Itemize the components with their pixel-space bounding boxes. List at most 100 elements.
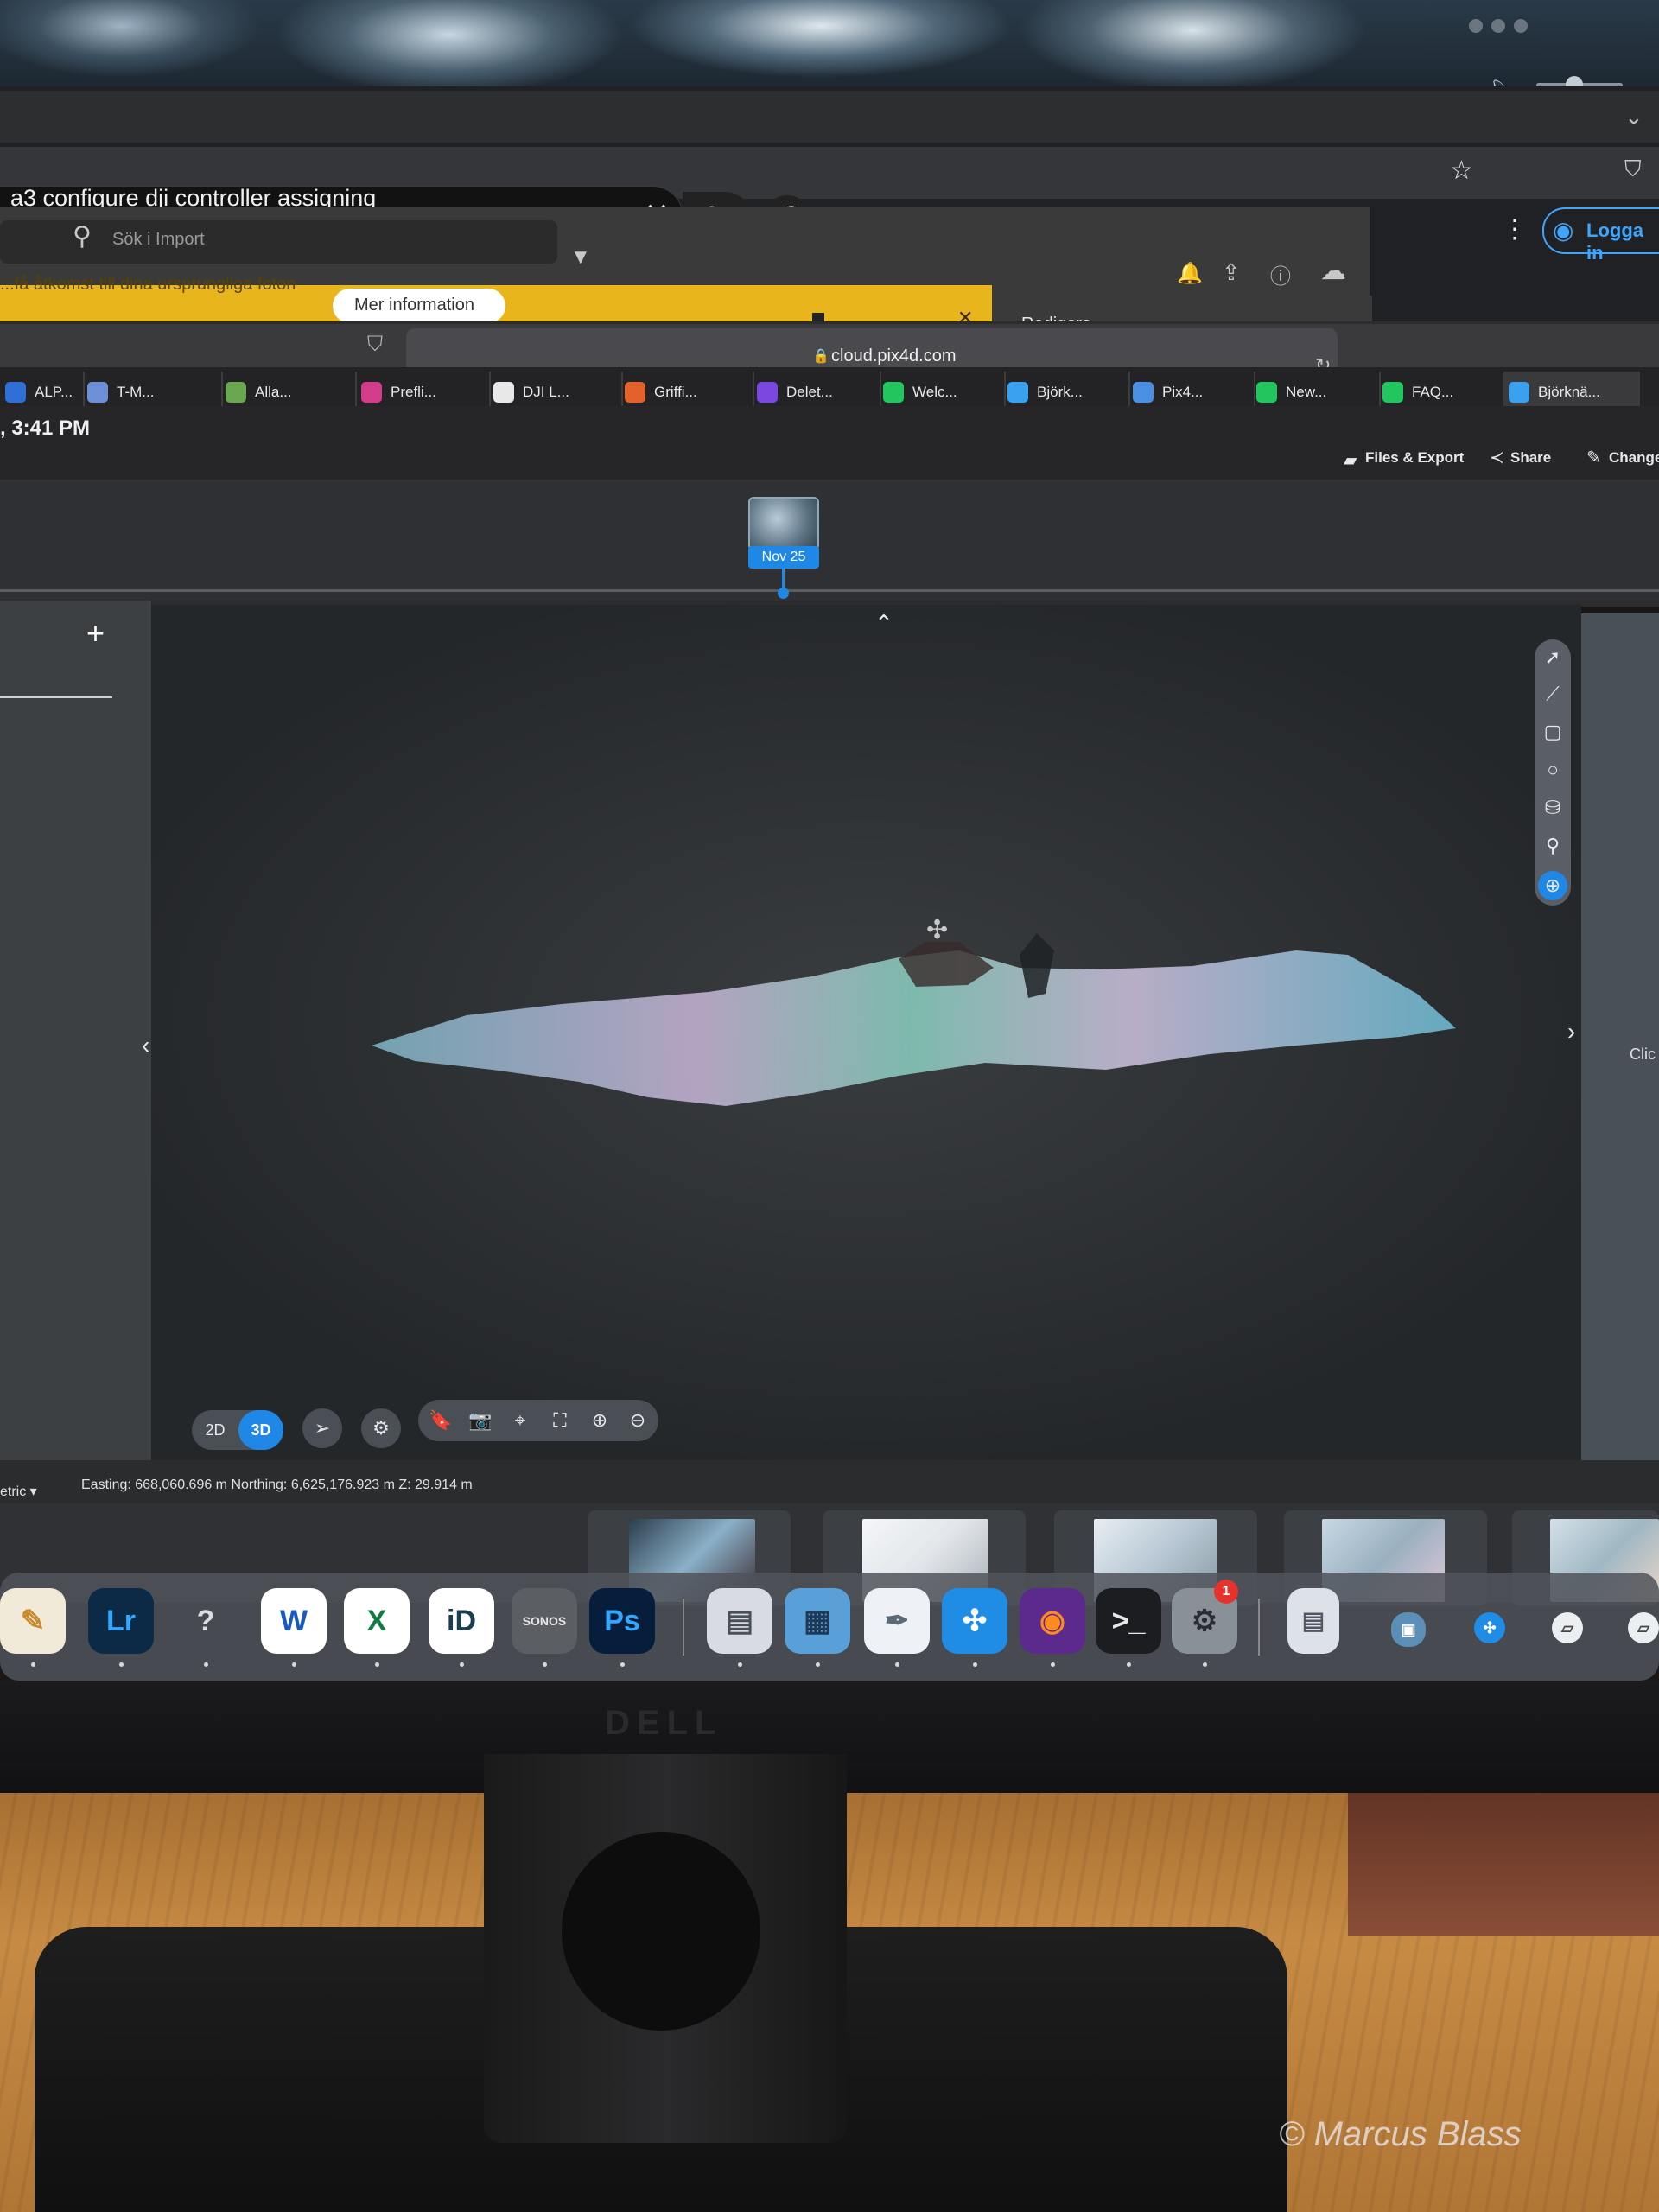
share-icon[interactable]: ⇪ — [1222, 259, 1241, 286]
more-info-label[interactable]: Mer information — [354, 296, 474, 315]
running-indicator — [204, 1662, 208, 1667]
login-label[interactable]: Logga in — [1586, 219, 1659, 264]
tab-label: Welc... — [912, 384, 957, 400]
dock-app-firefox[interactable]: ◉ — [1020, 1588, 1085, 1654]
search-icon: ⚲ — [73, 222, 92, 251]
line-icon[interactable]: ⟋ — [1538, 679, 1567, 709]
zoom-out-icon[interactable]: ⊖ — [620, 1405, 655, 1436]
photographer-watermark: © Marcus Blass — [1279, 2115, 1522, 2153]
running-indicator — [973, 1662, 977, 1667]
view-3d-button[interactable]: 3D — [238, 1410, 283, 1450]
help-icon[interactable]: ⓘ — [1270, 259, 1291, 289]
volume-icon[interactable]: ⛁ — [1538, 793, 1567, 823]
dock-app-photoshop[interactable]: Ps — [589, 1588, 655, 1654]
change-button[interactable]: Change — [1609, 449, 1659, 467]
chevron-left-icon[interactable]: ‹ — [142, 1032, 149, 1059]
notes-stack-icon[interactable]: ▱ — [1628, 1612, 1659, 1643]
dock-app-excel[interactable]: X — [344, 1588, 410, 1654]
close-dot[interactable] — [1469, 19, 1483, 33]
pin-icon[interactable]: ⚲ — [1538, 831, 1567, 861]
tab-label: Björknä... — [1538, 384, 1600, 400]
coordinates-readout: Easting: 668,060.696 m Northing: 6,625,1… — [81, 1478, 473, 1492]
timeline-marker[interactable] — [778, 588, 789, 599]
bookmark-icon[interactable]: 🔖 — [423, 1405, 458, 1436]
layers-panel — [0, 601, 151, 1473]
lightroom-search-placeholder[interactable]: Sök i Import — [112, 230, 205, 250]
window-controls — [1469, 19, 1528, 33]
fit-icon[interactable]: ⛶ — [543, 1405, 577, 1436]
target-icon[interactable]: ⌖ — [503, 1405, 537, 1436]
chevron-right-icon[interactable]: › — [1567, 1018, 1575, 1046]
chevron-up-icon[interactable]: ⌃ — [874, 610, 893, 637]
dock-app-sonos-s1[interactable]: SONOS — [512, 1588, 577, 1654]
navigate-icon[interactable]: ➢ — [302, 1408, 342, 1448]
inspector-hint: Clic — [1630, 1046, 1656, 1063]
zoom-dot[interactable] — [1514, 19, 1528, 33]
polygon-icon[interactable]: ▢ — [1538, 717, 1567, 747]
minimize-dot[interactable] — [1491, 19, 1505, 33]
zoom-in-icon[interactable]: ⊕ — [582, 1405, 617, 1436]
tab-label: Björk... — [1037, 384, 1083, 400]
shield-icon[interactable]: ⛉ — [1624, 156, 1642, 183]
url-text[interactable]: cloud.pix4d.com — [831, 346, 957, 366]
cable-management-hole — [562, 1832, 760, 2031]
timeline-date-label[interactable]: Nov 25 — [748, 546, 819, 569]
locate-icon[interactable]: ⊕ — [1538, 871, 1567, 900]
dock-app-preview[interactable]: ▤ — [707, 1588, 772, 1654]
tab-label: FAQ... — [1412, 384, 1454, 400]
more-options-icon[interactable]: ⋮ — [1502, 214, 1528, 245]
favicon-icon — [1133, 382, 1154, 403]
gear-icon[interactable]: ⚙ — [361, 1408, 401, 1448]
document-icon[interactable]: ▤ — [1287, 1588, 1339, 1654]
point-cloud[interactable]: ✣ — [363, 916, 1469, 1115]
favicon-icon — [493, 382, 514, 403]
dock-app-textedit[interactable]: ✒ — [864, 1588, 930, 1654]
pencil-icon: ✎ — [1586, 448, 1601, 467]
pix4d-header — [0, 406, 1659, 484]
filter-icon[interactable]: ▼ — [570, 245, 591, 270]
dock-separator — [683, 1599, 684, 1656]
view-2d-button[interactable]: 2D — [192, 1410, 238, 1450]
tab-label: DJI L... — [523, 384, 569, 400]
tab-label: Griffi... — [654, 384, 697, 400]
units-selector[interactable]: etric ▾ — [0, 1483, 37, 1500]
favicon-icon — [5, 382, 26, 403]
running-indicator — [460, 1662, 464, 1667]
tab-label: Pix4... — [1162, 384, 1204, 400]
running-indicator — [119, 1662, 124, 1667]
dock-app-pages[interactable]: ✎ — [0, 1588, 66, 1654]
dock-app-bankid[interactable]: iD — [429, 1588, 494, 1654]
lock-icon: 🔒 — [812, 349, 830, 364]
dock-app-word[interactable]: W — [261, 1588, 327, 1654]
dock-app-terminal[interactable]: >_ — [1096, 1588, 1161, 1654]
favicon-icon — [625, 382, 645, 403]
folder-stack-icon[interactable]: ▣ — [1391, 1612, 1426, 1647]
add-icon[interactable]: + — [86, 615, 105, 652]
running-indicator — [738, 1662, 742, 1667]
downloads-stack-icon[interactable]: ✣ — [1474, 1612, 1505, 1643]
bell-icon[interactable]: 🔔 — [1177, 261, 1203, 286]
privacy-shield-icon[interactable]: ⛉ — [367, 333, 383, 357]
notes-stack-icon[interactable]: ▱ — [1552, 1612, 1583, 1643]
panel-divider — [0, 696, 112, 698]
dock-app-help[interactable]: ? — [173, 1588, 238, 1654]
dock-app-lightroom[interactable]: Lr — [88, 1588, 154, 1654]
circle-icon[interactable]: ○ — [1538, 755, 1567, 785]
running-indicator — [816, 1662, 820, 1667]
desktop-wallpaper — [0, 0, 1659, 95]
user-icon: ◉ — [1553, 217, 1574, 244]
select-icon[interactable]: ➚ — [1538, 643, 1567, 672]
timeline — [0, 480, 1659, 601]
cloud-icon[interactable]: ☁ — [1320, 256, 1346, 286]
dock-app-dji[interactable]: ✣ — [942, 1588, 1007, 1654]
dock-app-printer[interactable]: ▦ — [785, 1588, 850, 1654]
share-button[interactable]: Share — [1510, 449, 1551, 467]
camera-icon[interactable]: 📷 — [463, 1405, 498, 1436]
tab-label: Delet... — [786, 384, 833, 400]
timeline-thumbnail[interactable] — [748, 497, 819, 550]
files-export-button[interactable]: Files & Export — [1365, 449, 1464, 467]
running-indicator — [1203, 1662, 1207, 1667]
favicon-icon — [1509, 382, 1529, 403]
star-icon[interactable]: ☆ — [1450, 156, 1473, 186]
chevron-down-icon[interactable]: ⌄ — [1624, 104, 1643, 130]
